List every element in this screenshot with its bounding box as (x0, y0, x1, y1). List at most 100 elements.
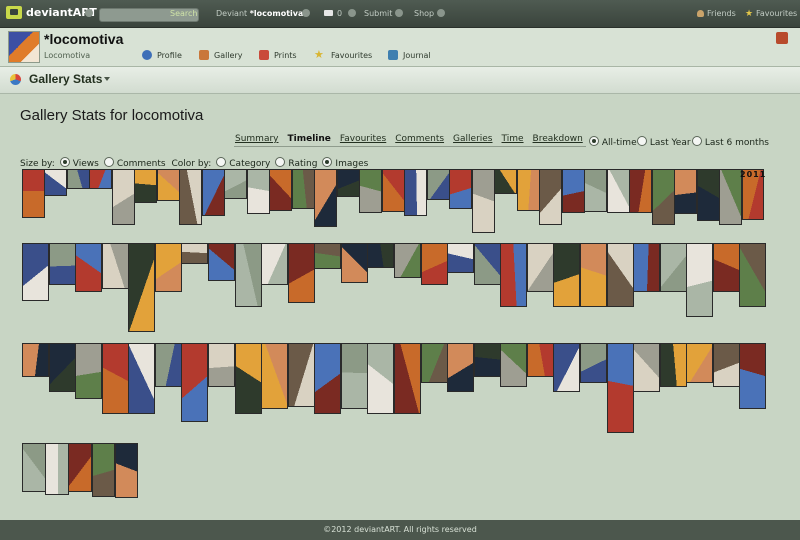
gallery-thumbnail[interactable] (606, 343, 634, 433)
gallery-thumbnail[interactable] (44, 169, 68, 196)
gallery-stats-menu[interactable]: Gallery Stats (29, 72, 102, 86)
gallery-thumbnail[interactable] (516, 169, 540, 211)
gallery-thumbnail[interactable] (394, 343, 422, 414)
avatar[interactable] (8, 31, 40, 63)
gallery-thumbnail[interactable] (686, 243, 714, 317)
gallery-thumbnail[interactable] (340, 343, 368, 409)
gallery-thumbnail[interactable] (553, 243, 581, 307)
nav-prints[interactable]: Prints (259, 50, 297, 60)
gallery-thumbnail[interactable] (580, 343, 608, 383)
submit-link[interactable]: Submit (364, 9, 392, 18)
gallery-thumbnail[interactable] (224, 169, 248, 199)
profile-username[interactable]: *locomotiva (44, 31, 123, 47)
gallery-thumbnail[interactable] (494, 169, 518, 194)
gallery-thumbnail[interactable] (89, 169, 113, 189)
gallery-thumbnail[interactable] (473, 243, 501, 285)
gallery-thumbnail[interactable] (22, 443, 46, 492)
gallery-thumbnail[interactable] (553, 343, 581, 392)
chevron-down-icon[interactable] (85, 9, 93, 17)
gallery-thumbnail[interactable] (674, 169, 698, 214)
gallery-thumbnail[interactable] (420, 343, 448, 383)
gallery-thumbnail[interactable] (287, 343, 315, 407)
gallery-thumbnail[interactable] (696, 169, 720, 221)
watch-icon[interactable] (776, 32, 788, 44)
period-last-year[interactable]: Last Year (637, 136, 691, 148)
gallery-thumbnail[interactable] (500, 343, 528, 387)
gallery-thumbnail[interactable] (314, 243, 342, 269)
gallery-thumbnail[interactable] (234, 243, 262, 307)
gallery-thumbnail[interactable] (686, 343, 714, 383)
gallery-thumbnail[interactable] (128, 343, 156, 414)
gallery-thumbnail[interactable] (181, 343, 209, 422)
radio-views[interactable] (59, 157, 70, 167)
gallery-thumbnail[interactable] (449, 169, 473, 209)
tab-time[interactable]: Time (502, 134, 524, 144)
gallery-thumbnail[interactable] (66, 169, 90, 189)
gallery-thumbnail[interactable] (201, 169, 225, 216)
shop-link[interactable]: Shop (414, 9, 434, 18)
messages-count[interactable]: 0 (337, 9, 342, 18)
gallery-thumbnail[interactable] (22, 243, 50, 301)
gallery-thumbnail[interactable] (234, 343, 262, 414)
gallery-thumbnail[interactable] (712, 343, 740, 387)
period-last-6-months[interactable]: Last 6 months (692, 136, 769, 148)
gallery-thumbnail[interactable] (629, 169, 653, 213)
gallery-thumbnail[interactable] (651, 169, 675, 225)
gallery-thumbnail[interactable] (22, 343, 50, 377)
gallery-thumbnail[interactable] (471, 169, 495, 233)
gallery-thumbnail[interactable] (739, 343, 767, 409)
radio-category[interactable] (216, 157, 227, 167)
gallery-thumbnail[interactable] (447, 343, 475, 392)
gallery-thumbnail[interactable] (154, 343, 182, 387)
gallery-thumbnail[interactable] (246, 169, 270, 214)
nav-journal[interactable]: Journal (388, 50, 431, 60)
gallery-thumbnail[interactable] (101, 343, 129, 414)
gallery-thumbnail[interactable] (381, 169, 405, 212)
gallery-thumbnail[interactable] (22, 169, 45, 218)
search-button[interactable]: Search (167, 8, 200, 20)
gallery-thumbnail[interactable] (340, 243, 368, 283)
gallery-thumbnail[interactable] (75, 243, 103, 292)
gallery-thumbnail[interactable] (91, 443, 116, 497)
gallery-thumbnail[interactable] (101, 243, 129, 289)
gallery-thumbnail[interactable] (606, 243, 634, 307)
chevron-down-icon[interactable] (302, 9, 310, 17)
gallery-thumbnail[interactable] (181, 243, 209, 264)
chevron-down-icon[interactable] (348, 9, 356, 17)
gallery-thumbnail[interactable] (261, 243, 289, 285)
gallery-thumbnail[interactable] (367, 343, 395, 414)
gallery-thumbnail[interactable] (134, 169, 158, 203)
gallery-thumbnail[interactable] (48, 343, 76, 392)
period-all-time[interactable]: All-time (589, 136, 637, 148)
gallery-thumbnail[interactable] (154, 243, 182, 292)
radio-comments[interactable] (103, 157, 114, 167)
chevron-down-icon[interactable] (395, 9, 403, 17)
favourites-link[interactable]: Favourites (756, 9, 797, 18)
gallery-thumbnail[interactable] (291, 169, 315, 209)
deviant-menu[interactable]: Deviant *locomotiva (216, 9, 303, 18)
gallery-thumbnail[interactable] (633, 343, 661, 392)
gallery-thumbnail[interactable] (156, 169, 180, 201)
gallery-thumbnail[interactable] (128, 243, 156, 332)
tab-breakdown[interactable]: Breakdown (533, 134, 583, 144)
gallery-thumbnail[interactable] (261, 343, 289, 409)
chevron-down-icon[interactable] (437, 9, 445, 17)
gallery-thumbnail[interactable] (367, 243, 395, 268)
gallery-thumbnail[interactable] (447, 243, 475, 273)
caret-down-icon[interactable] (104, 77, 110, 81)
gallery-thumbnail[interactable] (561, 169, 585, 213)
tab-timeline[interactable]: Timeline (288, 134, 331, 144)
gallery-thumbnail[interactable] (426, 169, 450, 200)
nav-profile[interactable]: Profile (142, 50, 182, 60)
gallery-thumbnail[interactable] (659, 243, 687, 292)
gallery-thumbnail[interactable] (48, 243, 76, 285)
mail-icon[interactable] (324, 10, 333, 16)
gallery-thumbnail[interactable] (739, 243, 767, 307)
gallery-thumbnail[interactable] (111, 169, 135, 225)
gallery-thumbnail[interactable] (359, 169, 383, 213)
gallery-thumbnail[interactable] (500, 243, 528, 307)
gallery-thumbnail[interactable] (659, 343, 687, 387)
gallery-thumbnail[interactable] (712, 243, 740, 292)
gallery-thumbnail[interactable] (580, 243, 608, 307)
tab-summary[interactable]: Summary (235, 134, 279, 144)
